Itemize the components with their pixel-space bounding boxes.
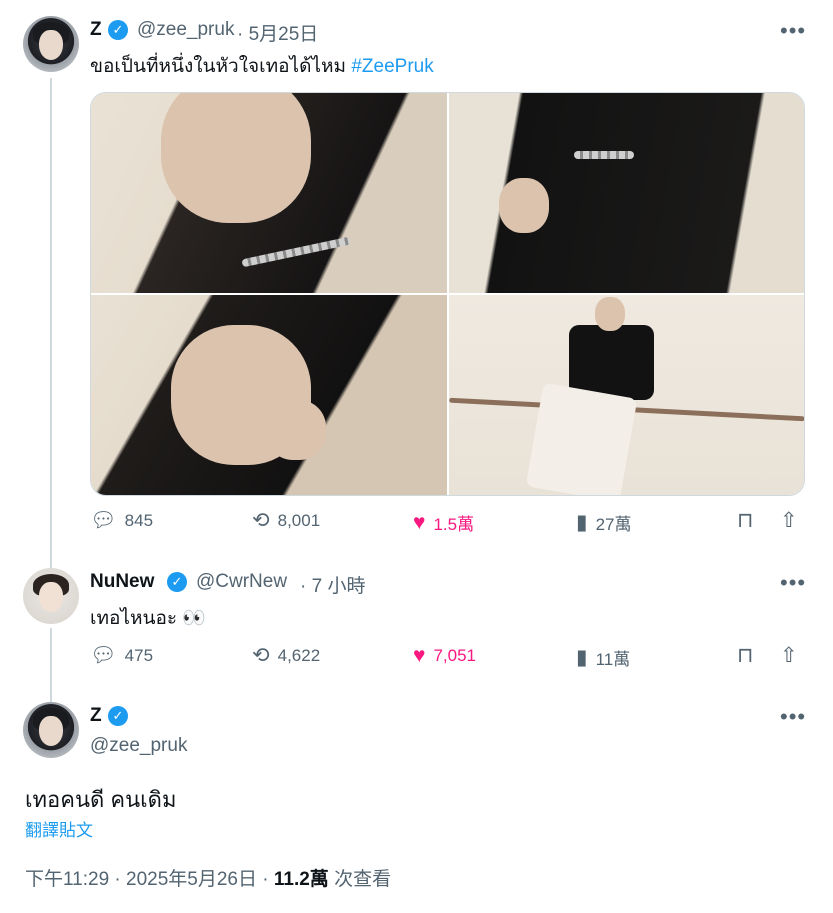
verified-badge-icon: ✓ (108, 706, 128, 726)
more-icon[interactable]: ••• (780, 20, 806, 42)
translate-post-link[interactable]: 翻譯貼文 (25, 816, 93, 841)
tweet-date[interactable]: · 5月25日 (237, 19, 318, 46)
tweet-text: ขอเป็นที่หนึ่งในหัวใจเทอได้ไหม #ZeePruk (90, 51, 434, 81)
reply-button[interactable]: 💬︎ 845 (90, 510, 153, 531)
photo-2-necklace (573, 151, 634, 159)
share-icon: ⇧ (780, 644, 798, 667)
avatar-face (39, 582, 63, 612)
bookmark-icon: ⊓ (737, 644, 754, 667)
tweet-timestamp: 下午11:29 · 2025年5月26日 · 11.2萬 次查看 (25, 864, 391, 891)
photo-1-necklace (241, 236, 351, 268)
hashtag-link[interactable]: #ZeePruk (351, 56, 433, 77)
photo-grid (90, 92, 805, 496)
reply-count: 845 (124, 510, 154, 530)
reply-button[interactable]: 💬︎ 475 (90, 645, 153, 666)
focused-tweet-text: เทอคนดี คนเดิม (25, 787, 177, 812)
heart-icon: ♥ (413, 644, 426, 667)
like-button[interactable]: ♥ 1.5萬 (413, 510, 474, 535)
retweet-count: 8,001 (277, 510, 321, 530)
tweet-date[interactable]: · 7 小時 (300, 571, 365, 598)
reply-icon: 💬︎ (90, 644, 117, 667)
photo-1-face (161, 93, 311, 223)
view-label: 次查看 (328, 869, 392, 890)
reply-icon: 💬︎ (90, 509, 117, 532)
views-button[interactable]: ▮ 27萬 (576, 510, 631, 535)
avatar-face (39, 30, 63, 60)
photo-3[interactable] (91, 295, 447, 495)
retweet-icon: ⟲ (252, 509, 270, 532)
more-icon[interactable]: ••• (780, 706, 806, 728)
photo-3-hand (266, 400, 326, 460)
tweet-2-actions: 💬︎ 475 ⟲ 4,622 ♥ 7,051 ▮ 11萬 ⊓ ⇧ (90, 645, 803, 675)
thread-line-2 (50, 628, 52, 702)
avatar-zee[interactable] (23, 702, 79, 758)
avatar-zee[interactable] (23, 16, 79, 72)
bookmark-icon: ⊓ (737, 509, 754, 532)
analytics-icon: ▮ (576, 646, 588, 669)
views-count: 11萬 (595, 650, 631, 669)
like-count: 1.5萬 (433, 515, 475, 534)
retweet-button[interactable]: ⟲ 8,001 (252, 510, 320, 531)
avatar-nunew[interactable] (23, 568, 79, 624)
like-button[interactable]: ♥ 7,051 (413, 645, 476, 666)
more-icon[interactable]: ••• (780, 572, 806, 594)
retweet-button[interactable]: ⟲ 4,622 (252, 645, 320, 666)
like-count: 7,051 (433, 645, 477, 665)
author-handle[interactable]: @zee_pruk (90, 735, 187, 757)
tweet-1-actions: 💬︎ 845 ⟲ 8,001 ♥ 1.5萬 ▮ 27萬 ⊓ ⇧ (90, 510, 803, 540)
bookmark-button[interactable]: ⊓ (737, 510, 761, 531)
author-handle[interactable]: @CwrNew (196, 571, 287, 593)
bookmark-button[interactable]: ⊓ (737, 645, 761, 666)
share-button[interactable]: ⇧ (780, 645, 806, 666)
view-count: 11.2萬 (273, 869, 329, 890)
retweet-icon: ⟲ (252, 644, 270, 667)
share-button[interactable]: ⇧ (780, 510, 806, 531)
photo-2-hand (498, 178, 549, 233)
avatar-face (39, 716, 63, 746)
photo-4-head (594, 297, 625, 331)
views-count: 27萬 (595, 515, 632, 534)
heart-icon: ♥ (413, 511, 426, 534)
share-icon: ⇧ (780, 509, 798, 532)
tweet-text: เทอไหนอะ 👀 (90, 608, 207, 629)
photo-2[interactable] (448, 93, 804, 293)
author-handle[interactable]: @zee_pruk (137, 19, 234, 41)
photo-4-pants (525, 382, 637, 495)
verified-badge-icon: ✓ (108, 20, 128, 40)
author-name[interactable]: Z (90, 19, 102, 41)
views-button[interactable]: ▮ 11萬 (576, 645, 630, 670)
reply-count: 475 (124, 645, 154, 665)
author-name[interactable]: NuNew (90, 571, 154, 593)
verified-badge-icon: ✓ (167, 572, 187, 592)
tweet-text-body: ขอเป็นที่หนึ่งในหัวใจเทอได้ไหม (90, 56, 352, 77)
timestamp-time[interactable]: 下午11:29 · 2025年5月26日 · (25, 869, 274, 890)
author-name[interactable]: Z (90, 705, 102, 727)
photo-1[interactable] (91, 93, 447, 293)
photo-4[interactable] (448, 295, 804, 495)
retweet-count: 4,622 (277, 645, 321, 665)
thread-line-1 (50, 78, 52, 568)
analytics-icon: ▮ (576, 511, 588, 534)
